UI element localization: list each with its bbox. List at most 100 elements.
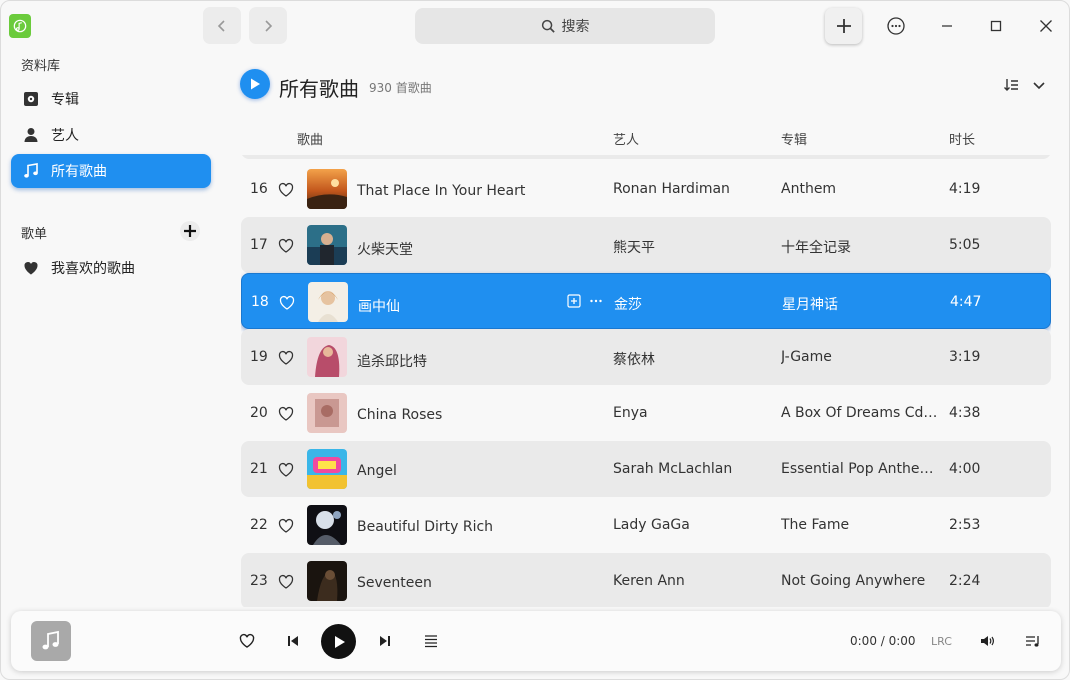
search-icon xyxy=(541,19,555,33)
album-cover xyxy=(307,505,347,545)
plus-icon xyxy=(836,19,851,33)
music-note-icon xyxy=(42,630,59,650)
track-number: 22 xyxy=(250,517,268,533)
maximize-button[interactable] xyxy=(985,15,1007,37)
song-artist[interactable]: Sarah McLachlan xyxy=(613,461,732,477)
heart-outline-icon[interactable] xyxy=(279,295,295,311)
song-artist[interactable]: Ronan Hardiman xyxy=(613,181,730,197)
more-options-icon[interactable] xyxy=(589,294,603,308)
table-row[interactable]: 21 Angel Sarah McLachlan Essential Pop A… xyxy=(241,441,1051,497)
song-artist[interactable]: Keren Ann xyxy=(613,573,685,589)
album-icon xyxy=(24,92,38,106)
play-icon xyxy=(251,78,260,90)
table-row[interactable]: 22 Beautiful Dirty Rich Lady GaGa The Fa… xyxy=(241,497,1051,553)
heart-outline-icon[interactable] xyxy=(278,350,294,366)
minimize-button[interactable] xyxy=(936,15,958,37)
heart-icon xyxy=(24,261,38,275)
sidebar-item-albums[interactable]: 专辑 xyxy=(11,82,211,116)
more-circle-icon xyxy=(887,17,905,35)
sidebar-item-all-songs[interactable]: 所有歌曲 xyxy=(11,154,211,188)
play-button[interactable] xyxy=(321,624,356,659)
table-row[interactable]: 16 That Place In Your Heart Ronan Hardim… xyxy=(241,161,1051,217)
track-number: 23 xyxy=(250,573,268,589)
forward-button[interactable] xyxy=(249,7,287,44)
lyrics-button[interactable]: LRC xyxy=(931,635,952,648)
add-playlist-button[interactable] xyxy=(179,220,201,242)
column-header-duration[interactable]: 时长 xyxy=(949,129,975,148)
heart-outline-icon xyxy=(239,633,255,648)
heart-outline-icon[interactable] xyxy=(278,406,294,422)
row-actions xyxy=(567,294,603,308)
song-artist[interactable]: Enya xyxy=(613,405,648,421)
track-number: 18 xyxy=(251,294,269,310)
table-row[interactable] xyxy=(241,155,1051,159)
play-all-button[interactable] xyxy=(240,69,270,99)
sort-control[interactable] xyxy=(1003,77,1047,93)
song-album[interactable]: Anthem xyxy=(781,181,943,197)
play-icon xyxy=(334,635,345,648)
song-title: Angel xyxy=(357,463,397,479)
close-button[interactable] xyxy=(1035,15,1057,37)
plus-circle-icon xyxy=(180,221,200,241)
sort-list-icon xyxy=(1004,79,1018,91)
album-cover xyxy=(307,337,347,377)
table-row[interactable]: 19 追杀邱比特 蔡依林 J-Game 3:19 xyxy=(241,329,1051,385)
sidebar-item-favorites[interactable]: 我喜欢的歌曲 xyxy=(11,251,211,285)
heart-outline-icon[interactable] xyxy=(278,518,294,534)
table-row-selected[interactable]: 18 画中仙 金莎 星月神话 4:47 xyxy=(241,273,1051,329)
playlist-queue-button[interactable] xyxy=(1025,633,1041,649)
like-button[interactable] xyxy=(239,633,255,649)
column-header-artist[interactable]: 艺人 xyxy=(613,129,639,148)
heart-outline-icon[interactable] xyxy=(278,238,294,254)
maximize-icon xyxy=(990,20,1002,32)
song-album[interactable]: 十年全记录 xyxy=(781,237,943,257)
song-album[interactable]: The Fame xyxy=(781,517,943,533)
table-row[interactable]: 20 China Roses Enya A Box Of Dreams Cd1 … xyxy=(241,385,1051,441)
song-album[interactable]: Not Going Anywhere xyxy=(781,573,943,589)
song-album[interactable]: 星月神话 xyxy=(782,294,944,314)
next-button[interactable] xyxy=(377,633,393,649)
song-duration: 2:24 xyxy=(949,573,981,589)
song-artist[interactable]: 蔡依林 xyxy=(613,349,655,369)
song-count: 930 首歌曲 xyxy=(369,81,432,95)
song-album[interactable]: A Box Of Dreams Cd1 - … xyxy=(781,405,943,421)
play-mode-button[interactable] xyxy=(423,633,439,649)
column-header-album[interactable]: 专辑 xyxy=(781,129,807,148)
back-button[interactable] xyxy=(203,7,241,44)
album-cover xyxy=(307,561,347,601)
sidebar-item-label: 专辑 xyxy=(51,92,79,108)
song-album[interactable]: Essential Pop Anthems:… xyxy=(781,461,943,477)
song-album[interactable]: J-Game xyxy=(781,349,943,365)
sidebar-item-artists[interactable]: 艺人 xyxy=(11,118,211,152)
heart-outline-icon[interactable] xyxy=(278,182,294,198)
sidebar-item-label: 所有歌曲 xyxy=(51,164,107,180)
track-number: 17 xyxy=(250,237,268,253)
previous-button[interactable] xyxy=(285,633,301,649)
sidebar-item-label: 我喜欢的歌曲 xyxy=(51,261,135,277)
chevron-down-icon xyxy=(1033,82,1045,90)
playback-time: 0:00 / 0:00 xyxy=(850,634,916,648)
table-row[interactable]: 17 火柴天堂 熊天平 十年全记录 5:05 xyxy=(241,217,1051,273)
volume-icon xyxy=(981,636,994,646)
song-artist[interactable]: 熊天平 xyxy=(613,237,655,257)
now-playing-cover[interactable] xyxy=(31,621,71,661)
add-button[interactable] xyxy=(825,8,862,44)
song-artist[interactable]: Lady GaGa xyxy=(613,517,690,533)
add-to-playlist-icon[interactable] xyxy=(567,294,581,308)
page-title: 所有歌曲 xyxy=(279,77,359,101)
music-note-icon xyxy=(24,163,38,178)
album-cover xyxy=(307,449,347,489)
table-row[interactable]: 23 Seventeen Keren Ann Not Going Anywher… xyxy=(241,553,1051,607)
album-cover xyxy=(307,225,347,265)
playlists-heading: 歌单 xyxy=(21,227,48,242)
menu-more-button[interactable] xyxy=(885,15,907,37)
song-title: 画中仙 xyxy=(358,299,400,315)
volume-button[interactable] xyxy=(979,633,995,649)
search-input[interactable]: 搜索 xyxy=(415,8,715,44)
queue-music-icon xyxy=(1026,636,1039,647)
song-artist[interactable]: 金莎 xyxy=(614,294,642,314)
song-duration: 3:19 xyxy=(949,349,981,365)
column-header-song[interactable]: 歌曲 xyxy=(297,129,323,148)
heart-outline-icon[interactable] xyxy=(278,574,294,590)
heart-outline-icon[interactable] xyxy=(278,462,294,478)
